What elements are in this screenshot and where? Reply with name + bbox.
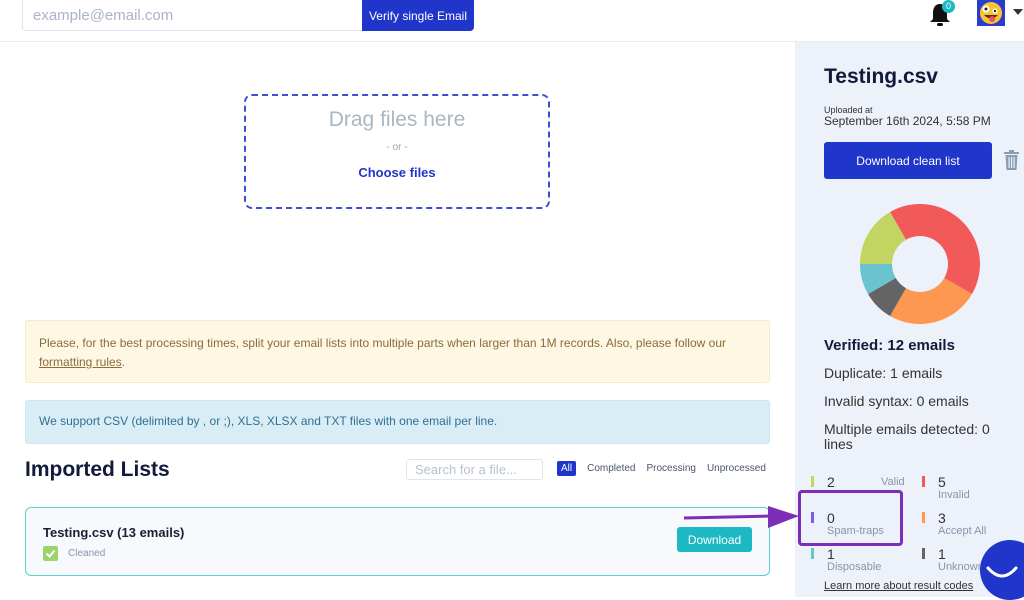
notice-text: Please, for the best processing times, s… (39, 336, 726, 350)
info-text: We support CSV (delimited by , or ;), XL… (39, 414, 498, 428)
multiple-emails-count: Multiple emails detected: 0 lines (824, 421, 990, 452)
avatar-dropdown-caret-icon[interactable] (1013, 9, 1023, 15)
verified-count: Verified: 12 emails (824, 337, 955, 354)
duplicate-count: Duplicate: 1 emails (824, 365, 943, 381)
legend-valid-label: Valid (881, 476, 905, 488)
status-badge: Cleaned (68, 548, 106, 559)
legend-valid-color (811, 476, 814, 487)
list-name: Testing.csv (13 emails) (43, 525, 185, 540)
list-filters: All Completed Processing Unprocessed (557, 461, 772, 476)
choose-files-link[interactable]: Choose files (246, 165, 548, 180)
filter-completed[interactable]: Completed (582, 461, 640, 476)
notice-end: . (121, 355, 126, 369)
legend-accept-all-color (922, 512, 925, 523)
imported-lists-title: Imported Lists (25, 458, 170, 481)
top-bar: Verify single Email 0 (0, 0, 1024, 42)
filter-unprocessed[interactable]: Unprocessed (702, 461, 771, 476)
uploaded-date: September 16th 2024, 5:58 PM (824, 114, 991, 128)
legend-accept-all-label: Accept All (938, 525, 987, 537)
legend-invalid-count: 5 (938, 474, 946, 490)
check-icon (43, 546, 58, 561)
download-clean-list-button[interactable]: Download clean list (824, 142, 992, 179)
results-donut-chart (860, 204, 980, 324)
dropzone-title: Drag files here (328, 108, 466, 131)
legend-invalid-label: Invalid (938, 489, 970, 501)
legend-invalid-color (922, 476, 925, 487)
legend-invalid: 5 Invalid (922, 474, 1022, 504)
filter-all[interactable]: All (557, 461, 577, 476)
list-item[interactable]: Testing.csv (13 emails) Cleaned Download (25, 507, 770, 576)
donut-slice-invalid[interactable] (890, 204, 980, 294)
annotation-arrow-icon (684, 506, 799, 528)
filter-processing[interactable]: Processing (641, 461, 700, 476)
invalid-syntax-count: Invalid syntax: 0 emails (824, 393, 969, 409)
download-button[interactable]: Download (677, 527, 752, 552)
legend-disposable: 1 Disposable (811, 546, 911, 576)
supported-formats-notice: We support CSV (delimited by , or ;), XL… (25, 400, 770, 444)
legend-disposable-count: 1 (827, 546, 835, 562)
legend-disposable-color (811, 548, 814, 559)
legend-unknown-label: Unknown (938, 561, 984, 573)
learn-more-result-codes-link[interactable]: Learn more about result codes (824, 580, 973, 592)
file-search-input[interactable] (406, 459, 543, 480)
legend-disposable-label: Disposable (827, 561, 882, 573)
verify-single-email-button[interactable]: Verify single Email (362, 0, 474, 31)
file-dropzone[interactable]: Drag files here - or - Choose files (244, 94, 550, 209)
avatar[interactable] (977, 0, 1005, 26)
legend-unknown-color (922, 548, 925, 559)
email-input[interactable] (22, 0, 363, 31)
spam-traps-highlight-annotation (798, 490, 903, 546)
formatting-rules-link[interactable]: formatting rules (39, 355, 122, 369)
trash-icon[interactable] (1004, 150, 1019, 170)
legend-accept-all-count: 3 (938, 510, 946, 526)
file-title: Testing.csv (824, 65, 938, 88)
processing-notice: Please, for the best processing times, s… (25, 320, 770, 383)
legend-valid-count: 2 (827, 474, 835, 490)
legend-accept-all: 3 Accept All (922, 510, 1022, 540)
notification-badge: 0 (942, 0, 955, 13)
zany-face-icon (980, 2, 1002, 24)
legend-unknown-count: 1 (938, 546, 946, 562)
dropzone-or: - or - (386, 142, 408, 153)
